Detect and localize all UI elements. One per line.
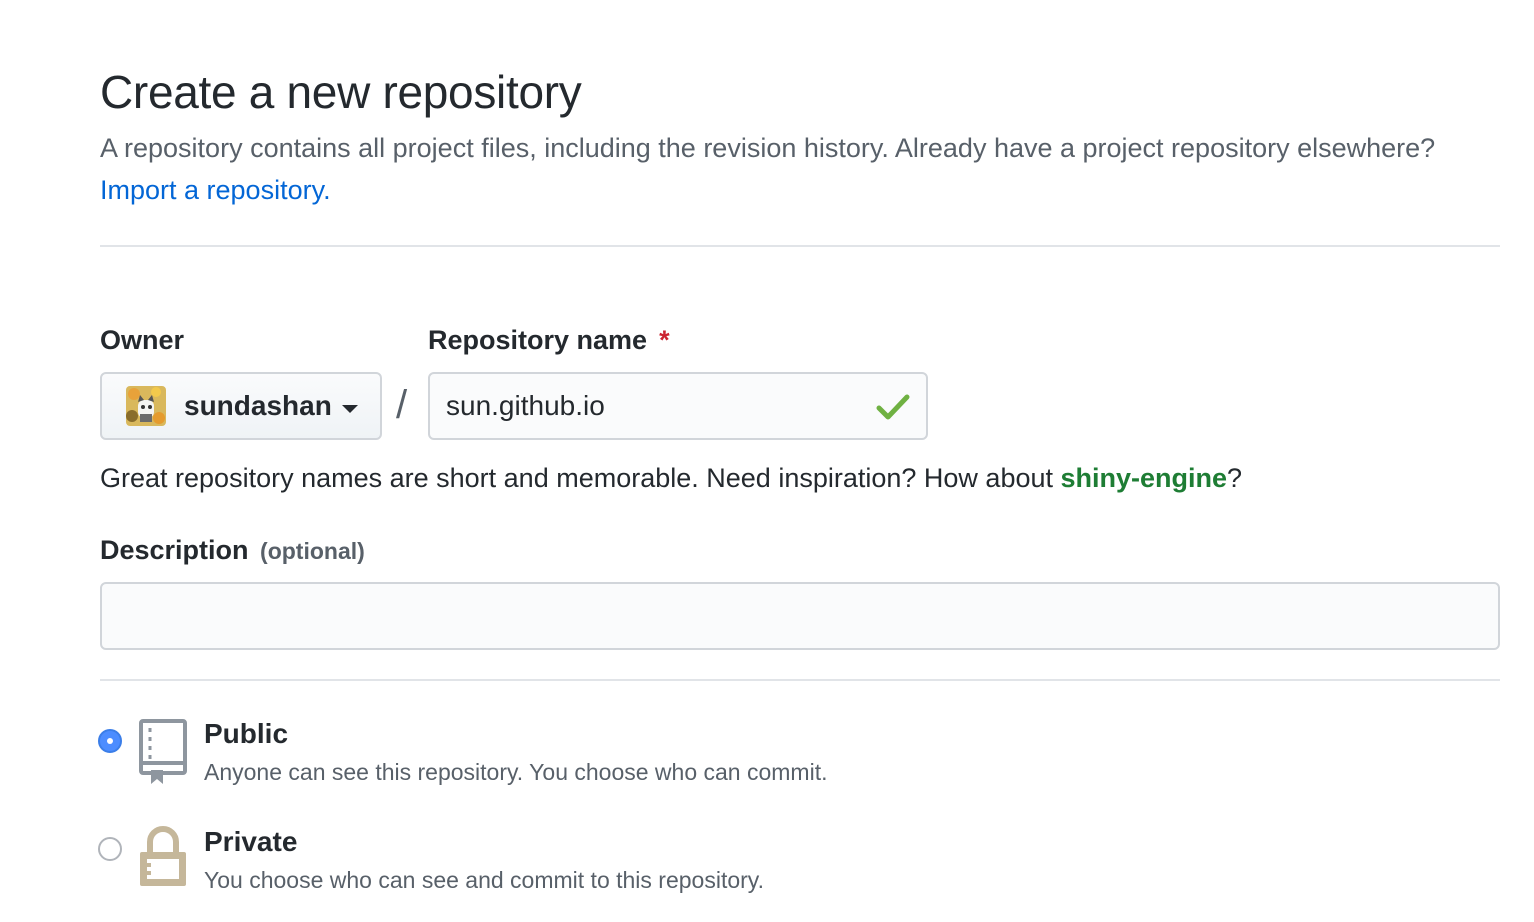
suggested-name-link[interactable]: shiny-engine [1061,463,1228,493]
owner-select-button[interactable]: sundashan [100,372,382,440]
create-repository-page: Create a new repository A repository con… [0,0,1534,922]
owner-repo-separator: / [396,383,408,427]
optional-hint: (optional) [260,538,365,564]
repository-name-label-text: Repository name [428,325,648,355]
public-description: Anyone can see this repository. You choo… [204,759,828,785]
description-input[interactable] [100,582,1500,650]
owner-label: Owner [100,325,185,355]
public-radio[interactable] [98,729,122,753]
public-title: Public [204,718,289,749]
lock-icon [140,826,186,886]
subtitle-text: A repository contains all project files,… [100,133,1436,163]
page-subtitle: A repository contains all project files,… [100,127,1440,211]
private-radio[interactable] [98,837,122,861]
repository-name-value: sun.github.io [446,390,605,421]
avatar [126,386,166,426]
repo-book-icon [139,719,187,784]
description-label: Description (optional) [100,533,365,568]
check-icon [876,394,910,420]
repository-name-input[interactable]: sun.github.io [428,372,928,440]
page-title: Create a new repository [100,66,582,118]
divider [100,245,1500,247]
divider [100,679,1500,681]
required-marker: * [659,325,670,355]
caret-down-icon [342,405,358,413]
hint-suffix: ? [1227,463,1243,493]
description-label-text: Description [100,535,249,565]
repository-name-label: Repository name * [428,323,670,357]
owner-name: sundashan [184,390,332,421]
private-description: You choose who can see and commit to thi… [204,867,764,893]
import-repository-link[interactable]: Import a repository. [100,175,331,205]
private-title: Private [204,826,298,857]
repository-name-hint: Great repository names are short and mem… [100,459,1242,497]
hint-text: Great repository names are short and mem… [100,463,1053,493]
